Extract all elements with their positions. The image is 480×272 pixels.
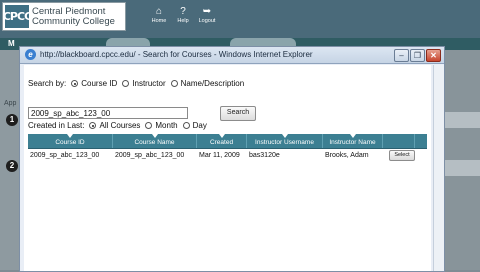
radio-name-description[interactable] bbox=[170, 80, 178, 87]
college-name: Central Piedmont Community College bbox=[32, 5, 115, 27]
radio-day[interactable] bbox=[182, 122, 190, 129]
col-instructor-name-label: Instructor Name bbox=[329, 139, 376, 146]
background-panel bbox=[445, 112, 480, 128]
col-action bbox=[383, 134, 415, 148]
col-created-label: Created bbox=[209, 139, 234, 146]
col-instructor-username[interactable]: Instructor Username bbox=[247, 134, 323, 148]
logout-button[interactable]: ➥ Logout bbox=[198, 6, 216, 25]
restore-button[interactable]: ❐ bbox=[410, 49, 425, 62]
cell-action: Select bbox=[383, 149, 415, 161]
window-title: http://blackboard.cpcc.edu/ - Search for… bbox=[40, 50, 313, 59]
col-instructor-name[interactable]: Instructor Name bbox=[323, 134, 383, 148]
col-created[interactable]: Created bbox=[197, 134, 247, 148]
search-page: Search by: Course ID Instructor Name/Des… bbox=[24, 65, 431, 271]
logout-icon: ➥ bbox=[202, 6, 212, 17]
col-course-id[interactable]: Course ID bbox=[28, 134, 113, 148]
cell-course-name: 2009_sp_abc_123_00 bbox=[115, 151, 185, 159]
college-name-line2: Community College bbox=[32, 15, 115, 27]
home-button[interactable]: ⌂ Home bbox=[150, 6, 168, 25]
col-instructor-username-label: Instructor Username bbox=[255, 139, 314, 146]
college-name-line1: Central Piedmont bbox=[32, 5, 106, 17]
help-icon: ? bbox=[180, 6, 186, 17]
results-table: Course ID Course Name Created Instructor… bbox=[28, 134, 427, 161]
side-text: App bbox=[4, 100, 17, 107]
radio-all-courses[interactable] bbox=[89, 122, 97, 129]
created-in-last-row: Created in Last: All Courses Month Day bbox=[28, 121, 207, 130]
home-label: Home bbox=[151, 18, 167, 24]
search-button[interactable]: Search bbox=[220, 106, 256, 121]
sort-arrow-icon bbox=[349, 134, 356, 138]
help-button[interactable]: ? Help bbox=[174, 6, 192, 25]
sort-arrow-icon bbox=[151, 134, 158, 138]
radio-month[interactable] bbox=[145, 122, 153, 129]
col-course-id-label: Course ID bbox=[55, 139, 85, 146]
radio-instructor[interactable] bbox=[122, 80, 130, 87]
home-icon: ⌂ bbox=[155, 6, 163, 17]
app-header: CPCC Central Piedmont Community College … bbox=[0, 0, 480, 38]
minimize-button[interactable]: – bbox=[394, 49, 409, 62]
close-button[interactable]: ✕ bbox=[426, 49, 441, 62]
background-panel bbox=[445, 160, 480, 176]
radio-month-label[interactable]: Month bbox=[155, 121, 177, 130]
col-course-name[interactable]: Course Name bbox=[113, 134, 197, 148]
radio-day-label[interactable]: Day bbox=[193, 121, 207, 130]
window-scrollbar[interactable] bbox=[433, 65, 444, 271]
cell-instructor-name: Brooks, Adam bbox=[325, 151, 369, 159]
help-label: Help bbox=[177, 18, 189, 24]
ie-icon: e bbox=[25, 49, 36, 60]
table-row: 2009_sp_abc_123_00 2009_sp_abc_123_00 Ma… bbox=[28, 149, 427, 161]
window-titlebar[interactable]: e http://blackboard.cpcc.edu/ - Search f… bbox=[20, 47, 444, 64]
sort-arrow-icon bbox=[218, 134, 225, 138]
cell-course-id: 2009_sp_abc_123_00 bbox=[30, 151, 100, 159]
window-controls: – ❐ ✕ bbox=[394, 49, 441, 62]
cpcc-logo-mark: CPCC bbox=[3, 5, 32, 28]
table-header: Course ID Course Name Created Instructor… bbox=[28, 134, 427, 149]
search-by-row: Search by: Course ID Instructor Name/Des… bbox=[28, 79, 244, 88]
search-by-label: Search by: bbox=[28, 79, 67, 88]
radio-name-description-label[interactable]: Name/Description bbox=[181, 79, 245, 88]
col-course-name-label: Course Name bbox=[134, 139, 175, 146]
col-extra bbox=[415, 134, 427, 148]
search-courses-window: e http://blackboard.cpcc.edu/ - Search f… bbox=[19, 46, 445, 272]
cell-instructor-username: bas3120e bbox=[249, 151, 280, 159]
radio-instructor-label[interactable]: Instructor bbox=[132, 79, 165, 88]
sort-arrow-icon bbox=[67, 134, 73, 138]
created-in-last-label: Created in Last: bbox=[28, 121, 85, 130]
cell-created: Mar 11, 2009 bbox=[199, 151, 240, 159]
logout-label: Logout bbox=[198, 18, 216, 24]
radio-all-courses-label[interactable]: All Courses bbox=[99, 121, 140, 130]
sort-arrow-icon bbox=[281, 134, 288, 138]
header-nav: ⌂ Home ? Help ➥ Logout bbox=[150, 6, 216, 25]
college-logo[interactable]: CPCC Central Piedmont Community College bbox=[2, 2, 126, 31]
select-button[interactable]: Select bbox=[389, 149, 415, 161]
step-1-marker: 1 bbox=[6, 114, 18, 126]
step-2-marker: 2 bbox=[6, 160, 18, 172]
search-query-input[interactable] bbox=[28, 107, 188, 119]
radio-course-id[interactable] bbox=[71, 80, 79, 87]
radio-course-id-label[interactable]: Course ID bbox=[81, 79, 117, 88]
